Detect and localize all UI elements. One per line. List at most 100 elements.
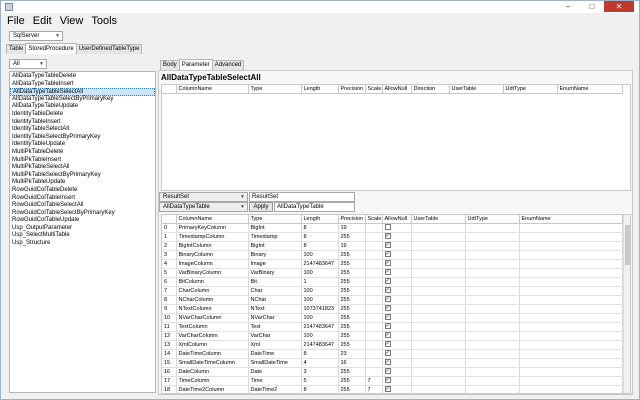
table-cell[interactable]: 255 — [338, 304, 366, 314]
table-cell[interactable] — [519, 277, 623, 287]
table-cell[interactable] — [411, 376, 466, 386]
table-cell[interactable]: 255 — [338, 385, 366, 393]
table-cell[interactable] — [365, 232, 383, 242]
allownull-checkbox[interactable]: ✓ — [384, 296, 391, 303]
table-cell[interactable] — [411, 322, 466, 332]
table-cell[interactable] — [519, 331, 623, 341]
procedure-item[interactable]: RowGuidColTableDelete — [10, 187, 155, 195]
table-cell[interactable]: PrimaryKeyColumn — [176, 223, 249, 233]
allownull-cell[interactable]: ✓ — [382, 367, 412, 377]
table-cell[interactable]: NVarCharColumn — [176, 313, 249, 323]
allownull-checkbox[interactable]: ✓ — [384, 287, 391, 294]
column-header[interactable]: EnumName — [557, 85, 623, 94]
procedure-item[interactable]: MultiPkTableUpdate — [10, 179, 155, 187]
tab-body[interactable]: Body — [160, 60, 180, 70]
allownull-cell[interactable]: ✓ — [382, 250, 412, 260]
column-header[interactable]: Type — [248, 215, 302, 224]
table-row[interactable]: 4 ImageColumn Image 2147483647 255 ✓ — [162, 259, 623, 269]
tab-parameter[interactable]: Parameter — [178, 59, 213, 70]
table-cell[interactable]: 255 — [338, 376, 366, 386]
table-row[interactable]: 2 BigIntColumn BigInt 8 19 ✓ — [162, 241, 623, 251]
allownull-checkbox[interactable]: ✓ — [384, 278, 391, 285]
table-cell[interactable] — [365, 358, 383, 368]
scroll-thumb[interactable] — [625, 225, 630, 265]
table-cell[interactable] — [411, 286, 466, 296]
table-cell[interactable]: 100 — [301, 295, 339, 305]
procedure-item[interactable]: MultiPkTableDelete — [10, 149, 155, 157]
table-cell[interactable] — [519, 223, 623, 233]
allownull-cell[interactable]: ✓ — [382, 376, 412, 386]
table-cell[interactable] — [465, 322, 520, 332]
table-cell[interactable]: 19 — [338, 241, 366, 251]
procedure-item[interactable]: MultiPkTableSelectByPrimaryKey — [10, 172, 155, 180]
table-cell[interactable]: 255 — [338, 259, 366, 269]
allownull-cell[interactable] — [382, 223, 412, 233]
table-cell[interactable] — [411, 277, 466, 287]
table-cell[interactable] — [465, 385, 520, 393]
table-cell[interactable]: 1 — [301, 277, 339, 287]
table-cell[interactable]: 7 — [365, 376, 383, 386]
procedure-item[interactable]: RowGuidColTableSelectByPrimaryKey — [10, 210, 155, 218]
table-cell[interactable]: BigInt — [248, 223, 302, 233]
column-header[interactable]: AllowNull — [382, 215, 412, 224]
table-cell[interactable]: 100 — [301, 313, 339, 323]
allownull-cell[interactable]: ✓ — [382, 349, 412, 359]
table-cell[interactable] — [365, 268, 383, 278]
table-cell[interactable]: BitColumn — [176, 277, 249, 287]
table-cell[interactable]: DateTimeColumn — [176, 349, 249, 359]
procedure-item[interactable]: IdentityTableDelete — [10, 111, 155, 119]
table-cell[interactable]: DateTime2 — [248, 385, 302, 393]
table-cell[interactable] — [411, 223, 466, 233]
table-cell[interactable]: 8 — [301, 241, 339, 251]
allownull-checkbox[interactable]: ✓ — [384, 314, 391, 321]
table-cell[interactable] — [365, 241, 383, 251]
table-cell[interactable] — [519, 376, 623, 386]
table-combo[interactable]: AllDataTypeTable ▼ — [159, 202, 248, 212]
table-cell[interactable]: SmallDateTime — [248, 358, 302, 368]
table-cell[interactable]: VarBinaryColumn — [176, 268, 249, 278]
column-header[interactable]: Scale — [365, 85, 383, 94]
table-cell[interactable] — [465, 349, 520, 359]
table-cell[interactable]: 3 — [301, 367, 339, 377]
table-cell[interactable] — [465, 268, 520, 278]
allownull-checkbox[interactable]: ✓ — [384, 350, 391, 357]
table-row[interactable]: 3 BinaryColumn Binary 100 255 ✓ — [162, 250, 623, 260]
table-cell[interactable] — [519, 295, 623, 305]
table-cell[interactable] — [465, 304, 520, 314]
table-cell[interactable]: 16 — [338, 358, 366, 368]
column-header[interactable]: ColumnName — [176, 215, 249, 224]
table-cell[interactable]: 255 — [338, 340, 366, 350]
table-cell[interactable]: 255 — [338, 322, 366, 332]
result-vertical-scrollbar[interactable] — [623, 215, 630, 393]
table-row[interactable]: 5 VarBinaryColumn VarBinary 100 255 ✓ — [162, 268, 623, 278]
procedure-item[interactable]: MultiPkTableInsert — [10, 157, 155, 165]
table-cell[interactable]: 255 — [338, 250, 366, 260]
table-cell[interactable] — [519, 385, 623, 393]
table-cell[interactable]: NText — [248, 304, 302, 314]
allownull-cell[interactable]: ✓ — [382, 286, 412, 296]
table-cell[interactable] — [519, 322, 623, 332]
table-cell[interactable] — [411, 331, 466, 341]
allownull-cell[interactable]: ✓ — [382, 268, 412, 278]
table-cell[interactable]: 8 — [301, 349, 339, 359]
table-row[interactable]: 8 NCharColumn NChar 100 255 ✓ — [162, 295, 623, 305]
table-cell[interactable]: 19 — [338, 223, 366, 233]
table-cell[interactable] — [465, 295, 520, 305]
table-cell[interactable]: VarCharColumn — [176, 331, 249, 341]
allownull-cell[interactable]: ✓ — [382, 277, 412, 287]
table-cell[interactable] — [519, 313, 623, 323]
table-cell[interactable] — [365, 286, 383, 296]
table-cell[interactable] — [411, 259, 466, 269]
table-cell[interactable]: 255 — [338, 367, 366, 377]
table-cell[interactable] — [465, 277, 520, 287]
table-cell[interactable] — [411, 250, 466, 260]
table-cell[interactable] — [411, 268, 466, 278]
table-cell[interactable]: NVarChar — [248, 313, 302, 323]
table-cell[interactable] — [365, 250, 383, 260]
table-cell[interactable]: BigIntColumn — [176, 241, 249, 251]
allownull-checkbox[interactable]: ✓ — [384, 368, 391, 375]
table-cell[interactable] — [465, 340, 520, 350]
table-cell[interactable]: 255 — [338, 313, 366, 323]
allownull-cell[interactable]: ✓ — [382, 322, 412, 332]
table-cell[interactable]: Time — [248, 376, 302, 386]
